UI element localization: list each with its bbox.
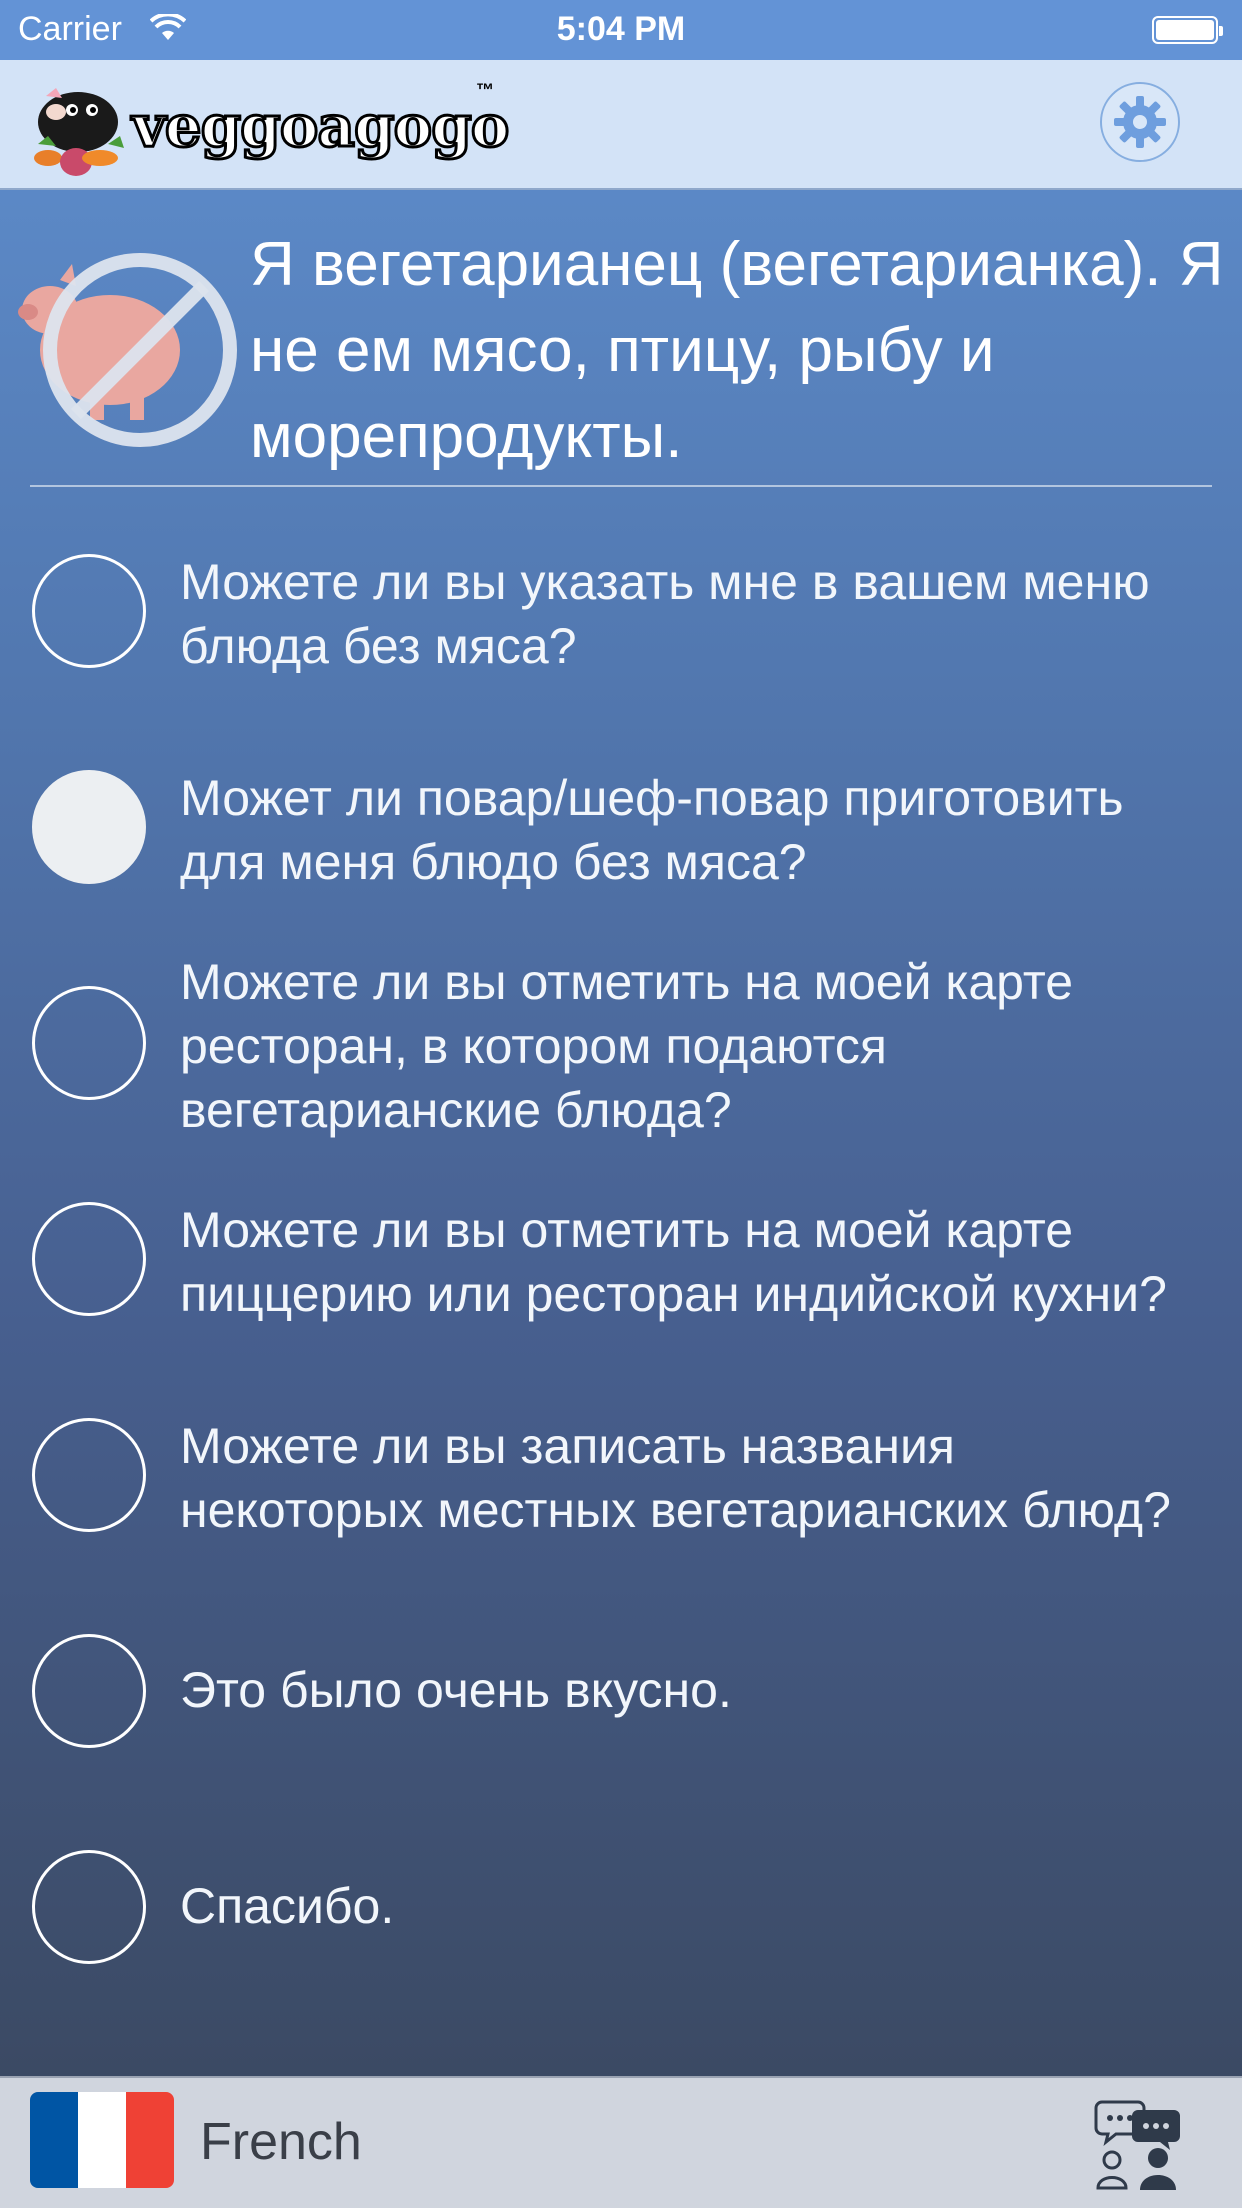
no-meat-pig-icon [10,250,240,450]
radio-button-selected[interactable] [32,770,146,884]
french-flag-icon[interactable] [30,2092,174,2188]
phrase-item[interactable]: Можете ли вы указать мне в вашем меню бл… [0,550,1242,680]
phrase-item[interactable]: Можете ли вы отметить на моей карте пицц… [0,1198,1242,1328]
logo-wordmark: veggoagogo [130,91,510,162]
radio-button[interactable] [32,554,146,668]
settings-button[interactable] [1100,82,1180,162]
conversation-button[interactable] [1092,2096,1188,2192]
radio-button[interactable] [32,1634,146,1748]
trademark-symbol: ™ [476,80,494,100]
divider [30,485,1212,487]
radio-button[interactable] [32,1418,146,1532]
status-time: 5:04 PM [556,10,686,48]
radio-button[interactable] [32,1850,146,1964]
cow-mascot-icon [34,88,124,176]
gear-icon [1114,96,1166,148]
phrase-item[interactable]: Спасибо. [0,1850,1242,1980]
app-header: veggoagogo ™ [0,60,1242,190]
phrase-text: Можете ли вы отметить на моей карте рест… [180,954,1074,1138]
radio-button[interactable] [32,1202,146,1316]
phrase-item[interactable]: Можете ли вы записать названия некоторых… [0,1414,1242,1544]
phrase-item[interactable]: Это было очень вкусно. [0,1634,1242,1764]
phrase-text: Можете ли вы указать мне в вашем меню бл… [180,554,1150,674]
phrase-text: Можете ли вы отметить на моей карте пицц… [180,1202,1167,1322]
status-bar: Carrier 5:04 PM [0,0,1242,60]
app-logo: veggoagogo ™ [28,70,511,182]
vegetarian-statement: Я вегетарианец (вегетарианка). Я не ем м… [250,230,1224,471]
language-bar: French [0,2076,1242,2208]
phrase-item[interactable]: Может ли повар/шеф-повар приготовить для… [0,766,1242,896]
language-label[interactable]: French [200,2112,362,2172]
phrase-text: Спасибо. [180,1878,395,1934]
phrase-text: Это было очень вкусно. [180,1662,732,1718]
phrase-text: Можете ли вы записать названия некоторых… [180,1418,1171,1538]
battery-icon [1152,16,1223,44]
phrase-item[interactable]: Можете ли вы отметить на моей карте рест… [0,950,1242,1150]
conversation-icon [1094,2100,1180,2190]
phrase-text: Может ли повар/шеф-повар приготовить для… [180,770,1124,890]
radio-button[interactable] [32,986,146,1100]
